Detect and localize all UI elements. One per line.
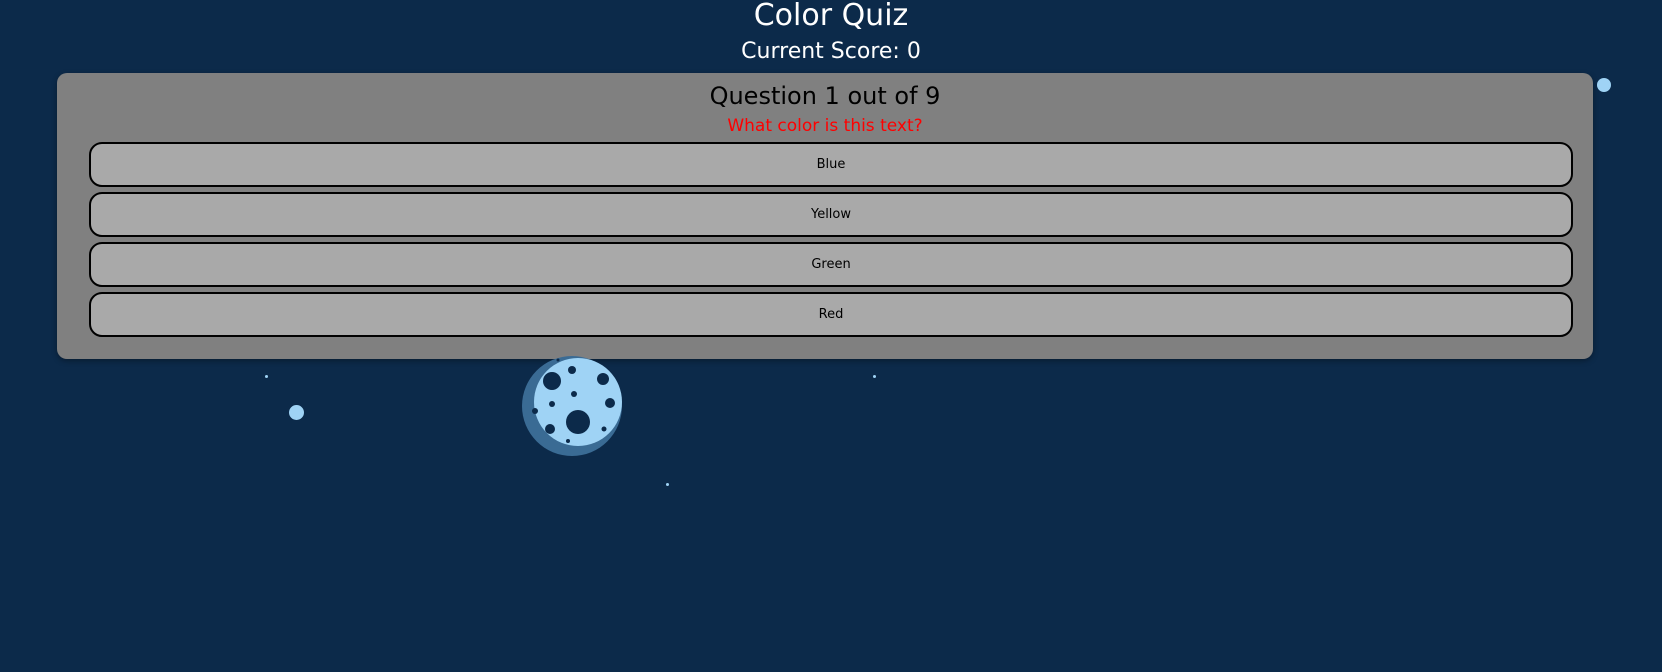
- star-icon: [666, 483, 669, 486]
- answer-button-blue[interactable]: Blue: [89, 142, 1573, 187]
- star-icon: [1597, 78, 1611, 92]
- answer-button-yellow[interactable]: Yellow: [89, 192, 1573, 237]
- star-icon: [873, 375, 876, 378]
- answer-button-red[interactable]: Red: [89, 292, 1573, 337]
- moon-icon: [522, 356, 622, 456]
- star-icon: [289, 405, 304, 420]
- answer-button-green[interactable]: Green: [89, 242, 1573, 287]
- question-counter: Question 1 out of 9: [709, 82, 941, 110]
- question-card: Question 1 out of 9 What color is this t…: [57, 73, 1593, 359]
- answer-list: Blue Yellow Green Red: [89, 142, 1573, 342]
- score-display: Current Score: 0: [741, 39, 921, 64]
- quiz-page: Color Quiz Current Score: 0 Question 1 o…: [0, 0, 1662, 672]
- question-prompt: What color is this text?: [727, 116, 923, 136]
- page-title: Color Quiz: [753, 0, 909, 33]
- star-icon: [265, 375, 268, 378]
